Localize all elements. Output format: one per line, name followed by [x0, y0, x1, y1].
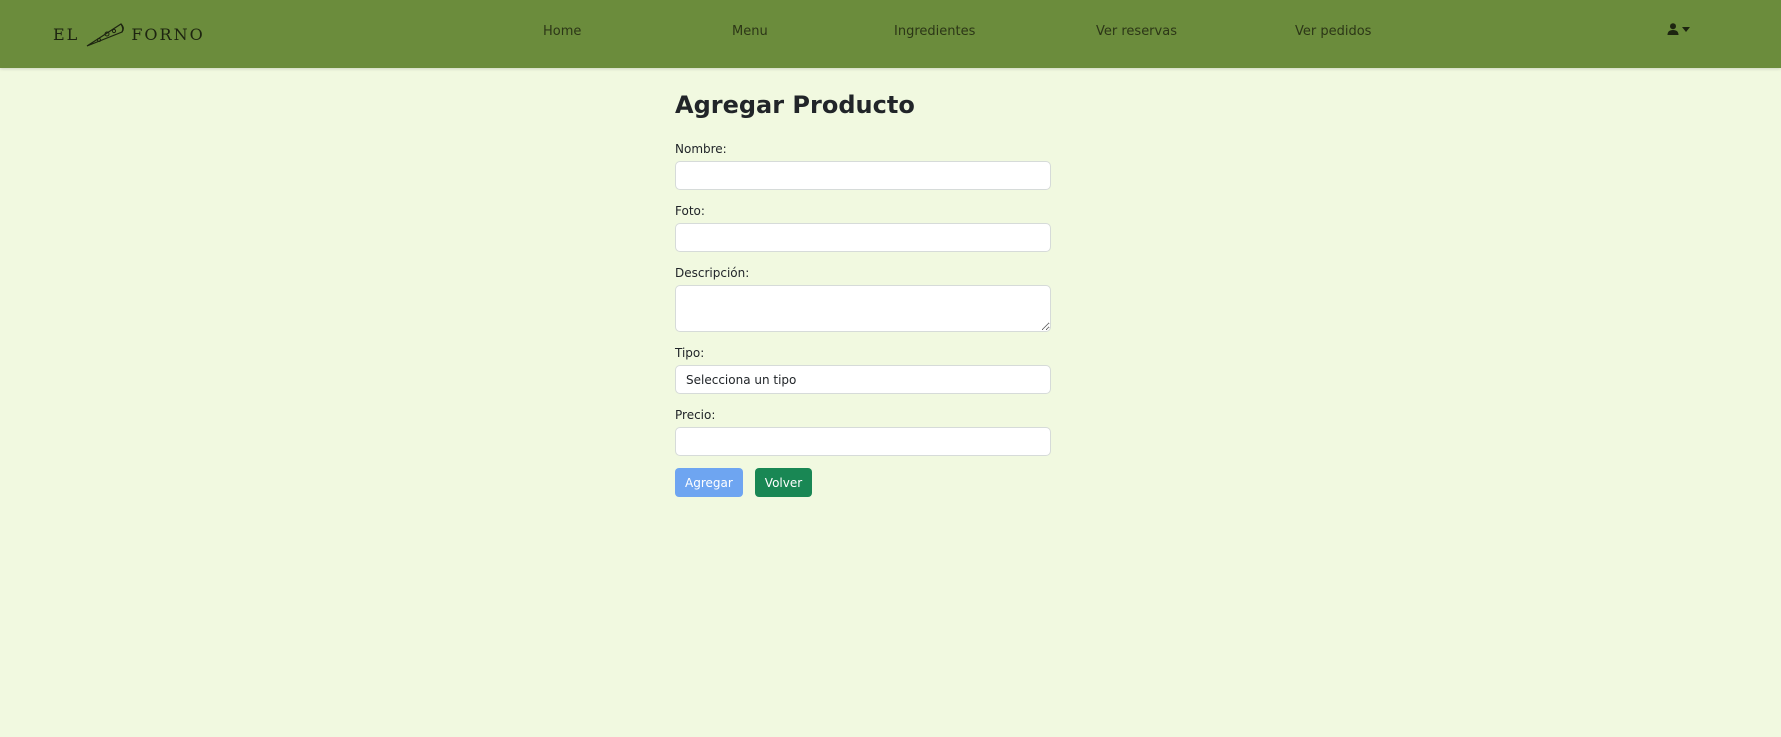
brand-text-right: FORNO	[131, 24, 205, 44]
descripcion-textarea[interactable]	[675, 285, 1051, 332]
add-product-form: Agregar Producto Nombre: Foto: Descripci…	[675, 90, 1051, 497]
tipo-label: Tipo:	[675, 346, 705, 360]
brand-text-left: EL	[53, 24, 80, 44]
tipo-select[interactable]: Selecciona un tipo	[675, 365, 1051, 394]
precio-group: Precio:	[675, 406, 1051, 456]
nombre-group: Nombre:	[675, 140, 1051, 190]
nav-home[interactable]: Home	[543, 24, 581, 39]
tipo-group: Tipo: Selecciona un tipo	[675, 344, 1051, 394]
foto-label: Foto:	[675, 204, 705, 218]
brand-logo[interactable]: EL FORNO	[53, 19, 205, 49]
precio-label: Precio:	[675, 408, 716, 422]
user-icon	[1667, 23, 1679, 35]
navbar: EL FORNO Home Menu Ingredientes Ver rese…	[0, 0, 1781, 68]
pizza-slice-icon	[86, 23, 125, 47]
nav-ver-pedidos[interactable]: Ver pedidos	[1295, 24, 1371, 39]
nav-ingredientes[interactable]: Ingredientes	[894, 24, 975, 39]
descripcion-group: Descripción:	[675, 264, 1051, 332]
caret-down-icon	[1682, 26, 1690, 32]
user-menu-toggle[interactable]	[1667, 23, 1690, 35]
tipo-selected-value: Selecciona un tipo	[686, 372, 797, 387]
nav-menu[interactable]: Menu	[732, 24, 768, 39]
nombre-label: Nombre:	[675, 142, 727, 156]
nav-ver-reservas[interactable]: Ver reservas	[1096, 24, 1177, 39]
precio-input[interactable]	[675, 427, 1051, 456]
page-title: Agregar Producto	[675, 91, 915, 119]
agregar-button[interactable]: Agregar	[675, 468, 743, 497]
foto-group: Foto:	[675, 202, 1051, 252]
form-actions: Agregar Volver	[675, 468, 1051, 497]
foto-input[interactable]	[675, 223, 1051, 252]
descripcion-label: Descripción:	[675, 266, 750, 280]
volver-button[interactable]: Volver	[754, 468, 813, 497]
nombre-input[interactable]	[675, 161, 1051, 190]
